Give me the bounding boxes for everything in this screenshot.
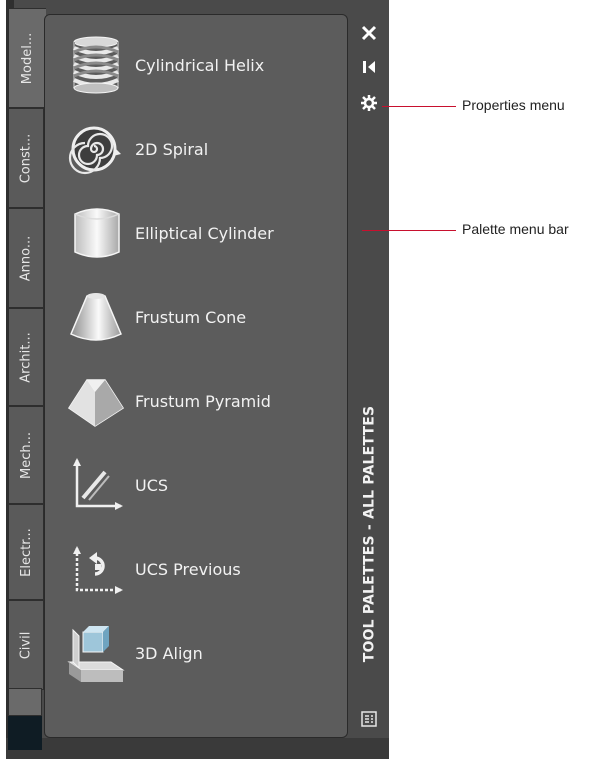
- tool-frustum-cone[interactable]: Frustum Cone: [65, 281, 345, 353]
- tool-label: Cylindrical Helix: [135, 55, 265, 75]
- tab-mechanical[interactable]: Mech...: [8, 406, 44, 504]
- tool-3d-align[interactable]: 3D Align: [65, 617, 345, 689]
- palette-title-bar: TOOL PALETTES - ALL PALETTES: [354, 14, 384, 738]
- tool-ucs[interactable]: UCS: [65, 449, 345, 521]
- tool-cylindrical-helix[interactable]: Cylindrical Helix: [65, 29, 345, 101]
- tool-frustum-pyramid[interactable]: Frustum Pyramid: [65, 365, 345, 437]
- properties-callout-label: Properties menu: [462, 97, 565, 113]
- palette-tabs: Model... Const... Anno... Archit... Mech…: [8, 8, 46, 698]
- tool-label: Frustum Cone: [135, 307, 247, 327]
- auto-hide-icon[interactable]: [360, 58, 378, 76]
- spiral-icon: [68, 126, 121, 175]
- tool-label: UCS Previous: [135, 559, 241, 579]
- tool-label: UCS: [135, 475, 169, 495]
- pyramid-icon: [67, 379, 125, 427]
- tool-2d-spiral[interactable]: 2D Spiral: [65, 113, 345, 185]
- tab-modeling[interactable]: Model...: [8, 8, 46, 108]
- palette-list-icon[interactable]: [360, 710, 378, 728]
- menubar-callout-label: Palette menu bar: [462, 221, 569, 237]
- ucs-previous-icon: [73, 546, 123, 594]
- align-3d-icon: [67, 626, 125, 682]
- tool-panel: Cylindrical Helix 2D Spiral Elliptical C…: [44, 14, 348, 738]
- tab-constraints[interactable]: Const...: [8, 108, 44, 208]
- close-icon[interactable]: [360, 24, 378, 42]
- tab-corner: [8, 716, 42, 750]
- cylinder-icon: [74, 208, 120, 258]
- tab-electrical[interactable]: Electr...: [8, 504, 44, 600]
- tab-civil[interactable]: Civil: [8, 600, 44, 690]
- menubar-callout-line: [362, 230, 456, 231]
- tab-scroll-area: [8, 688, 42, 716]
- tool-elliptical-cylinder[interactable]: Elliptical Cylinder: [65, 197, 345, 269]
- tool-label: 2D Spiral: [135, 139, 209, 159]
- helix-icon: [73, 36, 119, 94]
- tool-label: Frustum Pyramid: [135, 391, 271, 411]
- tool-label: 3D Align: [135, 643, 203, 663]
- tool-ucs-previous[interactable]: UCS Previous: [65, 533, 345, 605]
- palette-title: TOOL PALETTES - ALL PALETTES: [361, 405, 377, 663]
- properties-menu-icon[interactable]: [360, 94, 378, 112]
- ucs-icon: [73, 458, 123, 510]
- window-bottom-edge: [6, 738, 389, 759]
- tab-architectural[interactable]: Archit...: [8, 308, 44, 406]
- tab-annotation[interactable]: Anno...: [8, 208, 44, 308]
- cone-icon: [70, 293, 122, 341]
- tool-label: Elliptical Cylinder: [135, 223, 274, 243]
- properties-callout-line: [382, 106, 456, 107]
